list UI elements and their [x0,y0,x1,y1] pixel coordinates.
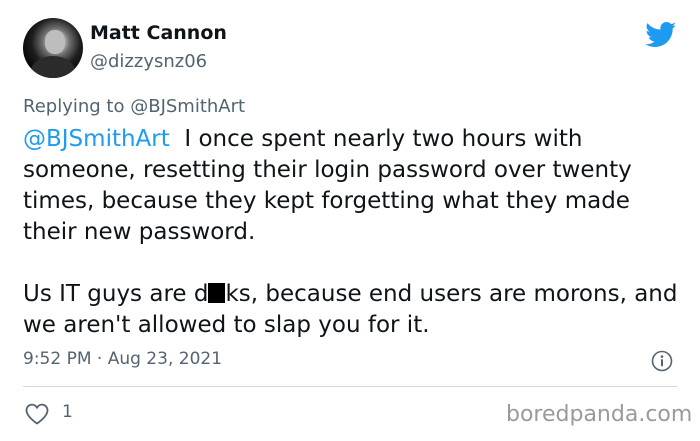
author-display-name[interactable]: Matt Cannon [90,22,227,44]
like-count: 1 [62,402,73,422]
avatar[interactable] [23,18,83,78]
info-icon[interactable] [651,350,673,372]
tweet-paragraph-1: @BJSmithArt I once spent nearly two hour… [23,124,683,248]
censor-block [208,283,226,303]
heart-icon[interactable] [25,403,49,425]
tweet-card: Matt Cannon @dizzysnz06 Replying to @BJS… [0,0,700,441]
replying-to: Replying to @BJSmithArt [23,96,245,117]
tweet-paragraph-2-before: Us IT guys are d [23,281,209,307]
author-handle[interactable]: @dizzysnz06 [90,51,207,72]
replying-prefix: Replying to [23,96,125,117]
tweet-paragraph-2: Us IT guys are d ks, because end users ar… [23,279,683,341]
tweet-body: @BJSmithArt I once spent nearly two hour… [23,124,683,341]
avatar-shoulders [31,56,75,78]
tweet-mention[interactable]: @BJSmithArt [23,126,170,152]
divider [23,386,677,387]
twitter-bird-icon[interactable] [645,22,677,48]
watermark: boredpanda.com [506,402,693,427]
tweet-timestamp[interactable]: 9:52 PM · Aug 23, 2021 [23,349,222,369]
avatar-face [45,30,65,54]
replying-mention[interactable]: @BJSmithArt [130,96,245,117]
